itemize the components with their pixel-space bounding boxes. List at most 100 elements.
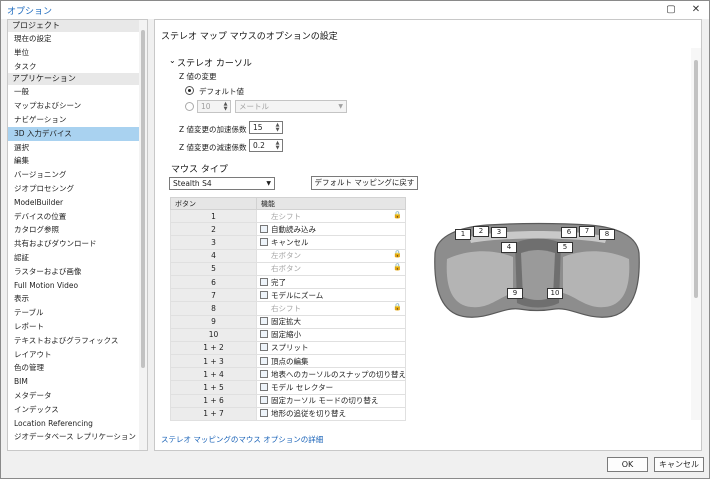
- function-cell[interactable]: 固定縮小: [256, 327, 406, 342]
- terrain-follow-icon: [260, 409, 268, 418]
- close-icon[interactable]: ✕: [689, 3, 703, 17]
- table-row[interactable]: 8 右シフト 🔒: [170, 301, 406, 316]
- mouse-button-label: 1: [455, 229, 471, 240]
- snap-cursor-icon: [260, 369, 268, 378]
- sidebar-item[interactable]: 認証: [8, 251, 147, 265]
- function-cell[interactable]: 固定拡大: [256, 314, 406, 329]
- sidebar-item[interactable]: タスク: [8, 60, 147, 74]
- custom-value-input[interactable]: 10 ▲ ▼: [197, 100, 231, 113]
- table-row[interactable]: 7 モデルにズーム: [170, 288, 406, 303]
- function-cell[interactable]: 完了: [256, 274, 406, 290]
- table-row[interactable]: 1 左シフト 🔒: [170, 208, 406, 224]
- table-row[interactable]: 1 + 4 地表へのカーソルのスナップの切り替え: [170, 367, 406, 382]
- table-row[interactable]: 9 固定拡大: [170, 314, 406, 329]
- sidebar-scroll-thumb[interactable]: [141, 30, 145, 368]
- sidebar-item[interactable]: BIM: [8, 375, 147, 389]
- sidebar-item[interactable]: ナビゲーション: [8, 113, 147, 127]
- function-cell[interactable]: 固定カーソル モードの切り替え: [256, 393, 406, 408]
- function-cell[interactable]: スプリット: [256, 340, 406, 356]
- sidebar-item[interactable]: Location Referencing: [8, 417, 147, 431]
- function-cell[interactable]: 地形の追従を切り替え: [256, 406, 406, 422]
- sidebar-item[interactable]: マップおよびシーン: [8, 99, 147, 113]
- chevron-down-icon[interactable]: ⌄: [169, 56, 176, 65]
- sidebar-item[interactable]: ジオデータベース レプリケーション: [8, 430, 147, 444]
- fixed-zoom-out-icon: [260, 330, 268, 339]
- function-label: 固定カーソル モードの切り替え: [271, 396, 379, 406]
- sidebar-item[interactable]: メタデータ: [8, 389, 147, 403]
- table-row[interactable]: 2 自動読み込み: [170, 222, 406, 237]
- sidebar-item[interactable]: 現在の設定: [8, 32, 147, 46]
- table-row[interactable]: 6 完了: [170, 274, 406, 290]
- function-label: スプリット: [271, 343, 309, 353]
- stereo-mapping-help-link[interactable]: ステレオ マッピングのマウス オプションの詳細: [161, 434, 323, 445]
- reset-mapping-button[interactable]: デフォルト マッピングに戻す: [311, 176, 418, 190]
- sidebar-item[interactable]: 共有およびダウンロード: [8, 237, 147, 251]
- table-row[interactable]: 4 左ボタン 🔒: [170, 248, 406, 263]
- sidebar-scrollbar[interactable]: [139, 20, 147, 450]
- spin-icon[interactable]: ▲ ▼: [274, 123, 281, 133]
- function-column-header[interactable]: 機能: [256, 197, 406, 210]
- sidebar-item[interactable]: 3D 入力デバイス: [8, 126, 147, 141]
- content-scrollbar[interactable]: [691, 48, 701, 420]
- sidebar-list: プロジェクト 現在の設定 単位 タスク アプリケーション 一般 マップおよびシーン ナビゲーシ…: [8, 20, 147, 444]
- function-cell[interactable]: モデルにズーム: [256, 288, 406, 303]
- function-cell[interactable]: 右ボタン 🔒: [256, 261, 406, 276]
- sidebar-item[interactable]: レイアウト: [8, 348, 147, 362]
- sidebar-item[interactable]: 編集: [8, 154, 147, 168]
- sidebar-item[interactable]: デバイスの位置: [8, 210, 147, 224]
- sidebar-item[interactable]: ModelBuilder: [8, 196, 147, 210]
- function-cell[interactable]: 左シフト 🔒: [256, 208, 406, 224]
- ok-button[interactable]: OK: [607, 457, 648, 472]
- sidebar-item[interactable]: Full Motion Video: [8, 279, 147, 293]
- function-cell[interactable]: モデル セレクター: [256, 380, 406, 395]
- function-cell[interactable]: 自動読み込み: [256, 222, 406, 237]
- sidebar-item[interactable]: 選択: [8, 141, 147, 155]
- default-value-radio[interactable]: [185, 86, 194, 95]
- sidebar-item[interactable]: テーブル: [8, 306, 147, 320]
- function-cell[interactable]: 右シフト 🔒: [256, 301, 406, 316]
- table-row[interactable]: 5 右ボタン 🔒: [170, 261, 406, 276]
- sidebar-item[interactable]: 色の管理: [8, 361, 147, 375]
- cancel-button[interactable]: キャンセル: [654, 457, 704, 472]
- sidebar-item[interactable]: カタログ参照: [8, 223, 147, 237]
- lock-icon: 🔒: [393, 302, 402, 311]
- stereo-cursor-header[interactable]: ステレオ カーソル: [177, 56, 252, 69]
- sidebar-item[interactable]: レポート: [8, 320, 147, 334]
- table-row[interactable]: 1 + 3 頂点の編集: [170, 354, 406, 369]
- fixed-zoom-in-icon: [260, 317, 268, 326]
- table-row[interactable]: 1 + 6 固定カーソル モードの切り替え: [170, 393, 406, 408]
- sidebar-item[interactable]: インデックス: [8, 403, 147, 417]
- button-cell: 1: [170, 208, 257, 224]
- spin-icon[interactable]: ▲ ▼: [222, 102, 229, 112]
- mouse-type-value: Stealth S4: [173, 179, 212, 188]
- table-row[interactable]: 10 固定縮小: [170, 327, 406, 342]
- sidebar-item[interactable]: テキストおよびグラフィックス: [8, 334, 147, 348]
- table-row[interactable]: 1 + 2 スプリット: [170, 340, 406, 356]
- function-cell[interactable]: 地表へのカーソルのスナップの切り替え: [256, 367, 406, 382]
- custom-value-radio[interactable]: [185, 102, 194, 111]
- mouse-type-dropdown[interactable]: Stealth S4 ▼: [169, 177, 275, 190]
- accel-label: Z 値変更の加速係数: [179, 125, 247, 134]
- sidebar-item[interactable]: ラスターおよび画像: [8, 265, 147, 279]
- table-row[interactable]: 1 + 5 モデル セレクター: [170, 380, 406, 395]
- content-scroll-thumb[interactable]: [694, 60, 698, 298]
- decel-input[interactable]: 0.2 ▲ ▼: [249, 139, 283, 152]
- button-cell: 10: [170, 327, 257, 342]
- table-row[interactable]: 1 + 7 地形の追従を切り替え: [170, 406, 406, 422]
- table-row[interactable]: 3 キャンセル: [170, 235, 406, 250]
- function-cell[interactable]: キャンセル: [256, 235, 406, 250]
- sidebar-item[interactable]: ジオプロセシング: [8, 182, 147, 196]
- function-cell[interactable]: 頂点の編集: [256, 354, 406, 369]
- button-cell: 6: [170, 274, 257, 290]
- sidebar-item[interactable]: バージョニング: [8, 168, 147, 182]
- accel-input[interactable]: 15 ▲ ▼: [249, 121, 283, 134]
- sidebar-item[interactable]: 一般: [8, 85, 147, 99]
- sidebar-item[interactable]: 単位: [8, 46, 147, 60]
- mouse-button-label: 8: [599, 229, 615, 240]
- unit-dropdown[interactable]: メートル ▼: [235, 100, 347, 113]
- spin-icon[interactable]: ▲ ▼: [274, 141, 281, 151]
- button-column-header[interactable]: ボタン: [170, 197, 257, 210]
- function-cell[interactable]: 左ボタン 🔒: [256, 248, 406, 263]
- sidebar-item[interactable]: 表示: [8, 292, 147, 306]
- maximize-icon[interactable]: ▢: [664, 3, 678, 17]
